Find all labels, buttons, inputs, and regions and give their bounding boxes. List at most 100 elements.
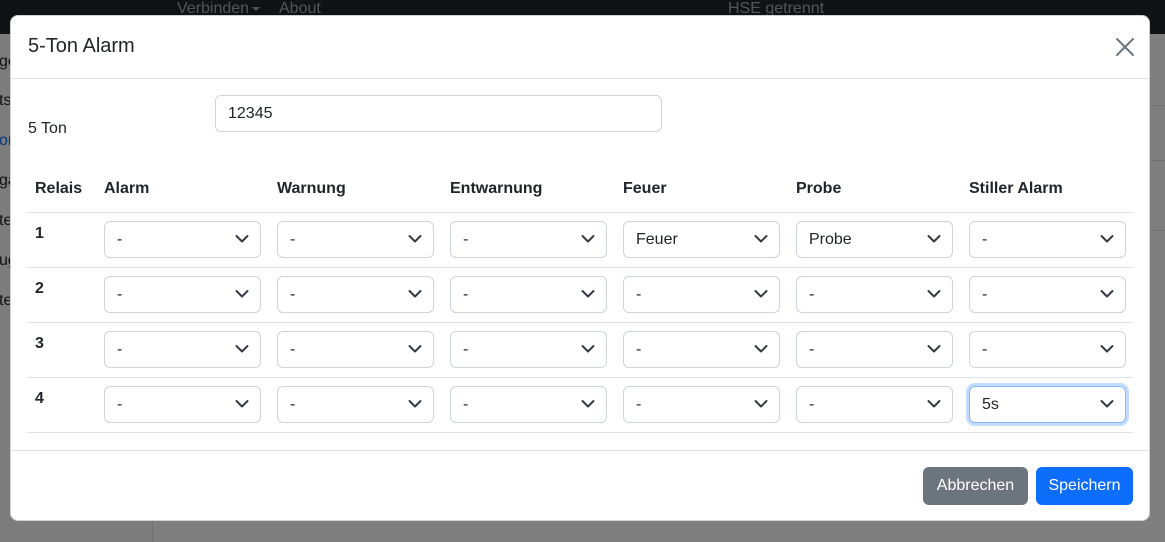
table-cell: -	[269, 322, 442, 378]
table-cell: Feuer	[615, 212, 788, 268]
five-tone-alarm-dialog: 5-Ton Alarm 5 Ton Relais Alarm	[10, 15, 1150, 521]
select-feuer-relay-3[interactable]: -	[623, 331, 780, 368]
select-value: -	[117, 396, 123, 413]
select-probe-relay-3[interactable]: -	[796, 331, 953, 368]
select-feuer-relay-4[interactable]: -	[623, 386, 780, 423]
five-tone-input[interactable]	[215, 95, 662, 132]
select-entwarnung-relay-2[interactable]: -	[450, 276, 607, 313]
select-probe-relay-2[interactable]: -	[796, 276, 953, 313]
select-alarm-relay-3[interactable]: -	[104, 331, 261, 368]
select-value: -	[809, 396, 815, 413]
select-warnung-relay-3[interactable]: -	[277, 331, 434, 368]
select-value: -	[463, 231, 469, 248]
select-alarm-relay-2[interactable]: -	[104, 276, 261, 313]
table-cell: -	[615, 322, 788, 378]
table-cell: -	[961, 267, 1133, 323]
select-value: -	[982, 286, 988, 303]
modal-footer: Abbrechen Speichern	[11, 450, 1149, 520]
modal-header: 5-Ton Alarm	[11, 16, 1149, 79]
five-tone-label: 5 Ton	[28, 120, 67, 137]
table-header-row: Relais Alarm Warnung Entwarnung Feuer Pr…	[27, 166, 1133, 213]
table-row: 2 - - - - - -	[27, 267, 1133, 323]
select-alarm-relay-4[interactable]: -	[104, 386, 261, 423]
relay-table: Relais Alarm Warnung Entwarnung Feuer Pr…	[27, 166, 1133, 433]
chevron-down-icon	[754, 400, 768, 408]
select-value: -	[290, 341, 296, 358]
chevron-down-icon	[235, 235, 249, 243]
chevron-down-icon	[581, 400, 595, 408]
close-button[interactable]	[1114, 36, 1136, 58]
table-cell: -	[269, 212, 442, 268]
select-value: -	[117, 341, 123, 358]
table-cell: -	[442, 377, 615, 433]
select-value: -	[809, 341, 815, 358]
relay-number: 4	[27, 377, 96, 433]
chevron-down-icon	[754, 290, 768, 298]
select-probe-relay-4[interactable]: -	[796, 386, 953, 423]
chevron-down-icon	[235, 290, 249, 298]
select-warnung-relay-4[interactable]: -	[277, 386, 434, 423]
chevron-down-icon	[408, 345, 422, 353]
select-stiller-alarm-relay-3[interactable]: -	[969, 331, 1126, 368]
table-cell: -	[96, 267, 269, 323]
close-icon	[1116, 38, 1134, 56]
modal-title: 5-Ton Alarm	[28, 35, 135, 57]
chevron-down-icon	[754, 235, 768, 243]
chevron-down-icon	[1100, 400, 1114, 408]
select-feuer-relay-2[interactable]: -	[623, 276, 780, 313]
chevron-down-icon	[754, 345, 768, 353]
table-cell: -	[961, 322, 1133, 378]
select-value: -	[117, 286, 123, 303]
cancel-button[interactable]: Abbrechen	[923, 467, 1028, 505]
select-alarm-relay-1[interactable]: -	[104, 221, 261, 258]
table-row: 4 - - - - - 5s	[27, 377, 1133, 433]
chevron-down-icon	[927, 345, 941, 353]
table-cell: -	[442, 267, 615, 323]
chevron-down-icon	[927, 400, 941, 408]
table-cell: 5s	[961, 377, 1133, 433]
select-value: -	[463, 341, 469, 358]
select-warnung-relay-2[interactable]: -	[277, 276, 434, 313]
chevron-down-icon	[581, 235, 595, 243]
select-value: Probe	[809, 231, 852, 248]
table-cell: -	[96, 377, 269, 433]
chevron-down-icon	[235, 345, 249, 353]
select-stiller-alarm-relay-1[interactable]: -	[969, 221, 1126, 258]
select-entwarnung-relay-4[interactable]: -	[450, 386, 607, 423]
save-button[interactable]: Speichern	[1036, 467, 1133, 505]
select-value: -	[463, 396, 469, 413]
chevron-down-icon	[1100, 290, 1114, 298]
table-cell: -	[96, 212, 269, 268]
column-header-relais: Relais	[27, 166, 96, 213]
select-probe-relay-1[interactable]: Probe	[796, 221, 953, 258]
table-cell: -	[269, 377, 442, 433]
select-value: -	[809, 286, 815, 303]
table-cell: Probe	[788, 212, 961, 268]
chevron-down-icon	[581, 345, 595, 353]
select-entwarnung-relay-1[interactable]: -	[450, 221, 607, 258]
column-header-entwarnung: Entwarnung	[442, 166, 615, 213]
select-entwarnung-relay-3[interactable]: -	[450, 331, 607, 368]
select-value: -	[117, 231, 123, 248]
chevron-down-icon	[408, 400, 422, 408]
column-header-probe: Probe	[788, 166, 961, 213]
select-value: -	[982, 341, 988, 358]
table-cell: -	[788, 267, 961, 323]
select-feuer-relay-1[interactable]: Feuer	[623, 221, 780, 258]
select-value: -	[290, 286, 296, 303]
relay-number: 1	[27, 212, 96, 268]
chevron-down-icon	[235, 400, 249, 408]
column-header-stiller-alarm: Stiller Alarm	[961, 166, 1133, 213]
table-cell: -	[788, 377, 961, 433]
select-value: Feuer	[636, 231, 678, 248]
table-cell: -	[442, 212, 615, 268]
select-value: -	[636, 286, 642, 303]
select-stiller-alarm-relay-2[interactable]: -	[969, 276, 1126, 313]
chevron-down-icon	[408, 290, 422, 298]
table-row: 3 - - - - - -	[27, 322, 1133, 378]
table-cell: -	[615, 377, 788, 433]
chevron-down-icon	[581, 290, 595, 298]
select-stiller-alarm-relay-4[interactable]: 5s	[969, 386, 1126, 423]
table-row: 1 - - - Feuer Probe -	[27, 212, 1133, 268]
select-warnung-relay-1[interactable]: -	[277, 221, 434, 258]
